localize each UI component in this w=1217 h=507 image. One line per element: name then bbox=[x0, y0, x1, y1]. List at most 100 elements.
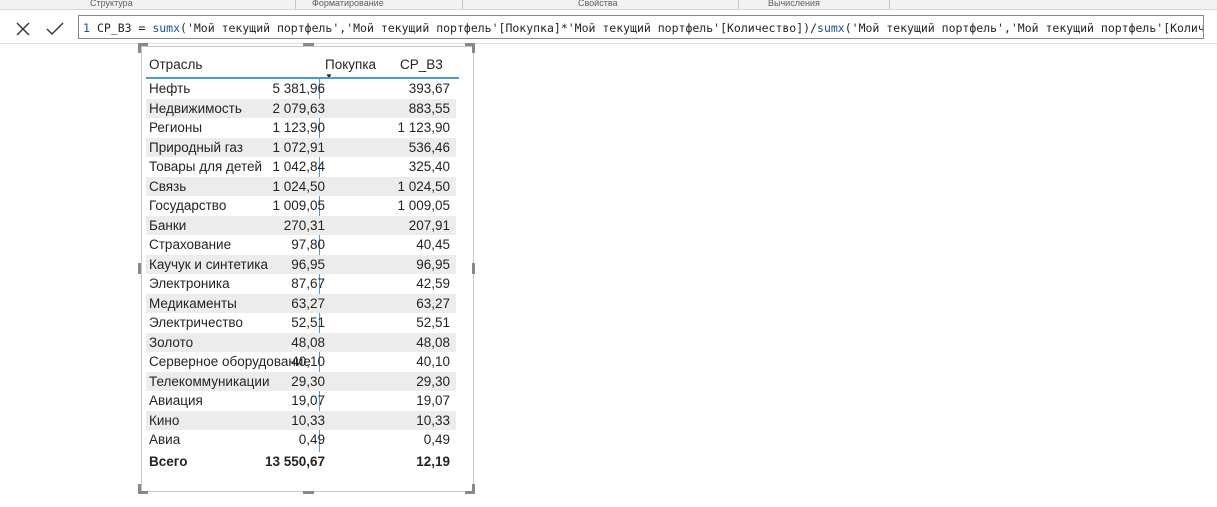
cell-sector: Всего bbox=[149, 453, 188, 469]
cell-cp-b3: 40,10 bbox=[416, 354, 450, 369]
formula-input[interactable]: 1 CP_B3 = sumx('Мой текущий портфель','Мо… bbox=[78, 15, 1204, 39]
ribbon-separator bbox=[889, 0, 890, 9]
cell-purchase: 19,07 bbox=[291, 393, 325, 408]
cell-cp-b3: 1 024,50 bbox=[397, 178, 450, 194]
cell-sector: Каучук и синтетика bbox=[149, 256, 268, 272]
cell-cp-b3: 325,40 bbox=[408, 159, 450, 174]
table-row[interactable]: Золото 48,08 48,08 bbox=[146, 332, 456, 352]
table-row[interactable]: Серверное оборудование 40,10 40,10 bbox=[146, 352, 456, 372]
cell-cp-b3: 0,49 bbox=[423, 432, 450, 447]
cell-cp-b3: 10,33 bbox=[416, 412, 450, 428]
cell-cp-b3: 29,30 bbox=[416, 373, 450, 389]
formula-line-number: 1 bbox=[83, 21, 90, 35]
ribbon-group-labels: Структура Форматирование Свойства Вычисл… bbox=[0, 0, 1217, 10]
cell-cp-b3: 1 123,90 bbox=[397, 120, 450, 135]
table-row[interactable]: Страхование 97,80 40,45 bbox=[146, 235, 456, 255]
table-row[interactable]: Товары для детей 1 042,84 325,40 bbox=[146, 157, 456, 177]
cell-purchase: 1 009,05 bbox=[272, 198, 325, 213]
cell-sector: Кино bbox=[149, 412, 180, 428]
ribbon-separator bbox=[738, 0, 739, 9]
resize-handle[interactable] bbox=[472, 484, 475, 494]
table-row[interactable]: Авиация 19,07 19,07 bbox=[146, 391, 456, 411]
cell-purchase: 13 550,67 bbox=[264, 453, 325, 469]
cancel-formula-button[interactable] bbox=[12, 18, 34, 40]
cell-sector: Недвижимость bbox=[149, 100, 242, 116]
cell-cp-b3: 393,67 bbox=[408, 81, 450, 96]
cell-sector: Регионы bbox=[149, 120, 203, 135]
table-row[interactable]: Авиа 0,49 0,49 bbox=[146, 430, 456, 450]
resize-handle[interactable] bbox=[138, 263, 141, 274]
formula-text-part: ('Мой текущий портфель','Мой текущий пор… bbox=[180, 21, 818, 35]
table-row[interactable]: Электричество 52,51 52,51 bbox=[146, 313, 456, 333]
ribbon-separator bbox=[295, 0, 296, 9]
cell-purchase: 52,51 bbox=[291, 315, 325, 330]
formula-text-part: ('Мой текущий портфель','Мой текущий пор… bbox=[844, 21, 1204, 35]
cell-purchase: 1 024,50 bbox=[272, 178, 325, 194]
cell-sector: Электроника bbox=[149, 276, 230, 291]
cell-purchase: 2 079,63 bbox=[272, 100, 325, 116]
table-row[interactable]: Кино 10,33 10,33 bbox=[146, 410, 456, 430]
cell-sector: Природный газ bbox=[149, 139, 243, 155]
cell-sector: Государство bbox=[149, 198, 227, 213]
table-row[interactable]: Банки 270,31 207,91 bbox=[146, 215, 456, 235]
cell-purchase: 87,67 bbox=[291, 276, 325, 291]
cell-purchase: 1 072,91 bbox=[272, 139, 325, 155]
cell-cp-b3: 19,07 bbox=[416, 393, 450, 408]
cell-cp-b3: 63,27 bbox=[416, 295, 450, 311]
cell-sector: Нефть bbox=[149, 81, 191, 96]
cell-cp-b3: 536,46 bbox=[408, 139, 450, 155]
cell-cp-b3: 96,95 bbox=[416, 256, 450, 272]
cell-purchase: 10,33 bbox=[291, 412, 325, 428]
column-header-sector[interactable]: Отрасль bbox=[149, 52, 202, 80]
cell-purchase: 29,30 bbox=[291, 373, 325, 389]
table-row[interactable]: Регионы 1 123,90 1 123,90 bbox=[146, 118, 456, 138]
cell-cp-b3: 48,08 bbox=[416, 334, 450, 350]
cell-purchase: 270,31 bbox=[283, 217, 325, 233]
table-row[interactable]: Медикаменты 63,27 63,27 bbox=[146, 293, 456, 313]
cell-sector: Связь bbox=[149, 178, 187, 194]
cell-sector: Золото bbox=[149, 334, 194, 350]
resize-handle[interactable] bbox=[138, 43, 141, 53]
table-row[interactable]: Электроника 87,67 42,59 bbox=[146, 274, 456, 294]
resize-handle[interactable] bbox=[138, 484, 141, 494]
checkmark-icon bbox=[46, 22, 64, 35]
cell-sector: Авиа bbox=[149, 432, 181, 447]
cell-sector: Серверное оборудование bbox=[149, 354, 311, 369]
cell-purchase: 40,10 bbox=[291, 354, 325, 369]
commit-formula-button[interactable] bbox=[44, 18, 66, 40]
table-row[interactable]: Телекоммуникации 29,30 29,30 bbox=[146, 371, 456, 391]
cell-sector: Страхование bbox=[149, 237, 232, 252]
table-row[interactable]: Государство 1 009,05 1 009,05 bbox=[146, 196, 456, 216]
table-row[interactable]: Природный газ 1 072,91 536,46 bbox=[146, 137, 456, 157]
cell-sector: Электричество bbox=[149, 315, 243, 330]
ribbon-group-structure: Структура bbox=[90, 0, 133, 8]
cell-purchase: 63,27 bbox=[291, 295, 325, 311]
table-row[interactable]: Недвижимость 2 079,63 883,55 bbox=[146, 98, 456, 118]
resize-handle[interactable] bbox=[303, 491, 314, 494]
cell-cp-b3: 883,55 bbox=[408, 100, 450, 116]
ribbon-group-formatting: Форматирование bbox=[312, 0, 384, 8]
cell-cp-b3: 40,45 bbox=[416, 237, 450, 252]
close-icon bbox=[16, 22, 30, 36]
ribbon-group-calculations: Вычисления bbox=[768, 0, 820, 8]
cell-sector: Товары для детей bbox=[149, 159, 263, 174]
cell-cp-b3: 42,59 bbox=[416, 276, 450, 291]
table-row[interactable]: Каучук и синтетика 96,95 96,95 bbox=[146, 254, 456, 274]
column-header-cp-b3[interactable]: CP_B3 bbox=[400, 52, 443, 80]
cell-cp-b3: 52,51 bbox=[416, 315, 450, 330]
formula-function: sumx bbox=[817, 21, 845, 35]
table-row[interactable]: Нефть 5 381,96 393,67 bbox=[146, 79, 456, 99]
cell-purchase: 97,80 bbox=[291, 237, 325, 252]
resize-handle[interactable] bbox=[472, 43, 475, 53]
formula-text-part: CP_B3 = bbox=[96, 21, 153, 35]
cell-purchase: 1 042,84 bbox=[272, 159, 325, 174]
total-row[interactable]: Всего 13 550,67 12,19 bbox=[146, 452, 456, 472]
cell-sector: Телекоммуникации bbox=[149, 373, 270, 389]
formula-bar-divider bbox=[0, 43, 1217, 44]
cell-sector: Авиация bbox=[149, 393, 203, 408]
cell-sector: Медикаменты bbox=[149, 295, 237, 311]
table-row[interactable]: Связь 1 024,50 1 024,50 bbox=[146, 176, 456, 196]
resize-handle[interactable] bbox=[303, 43, 314, 46]
formula-function: sumx bbox=[152, 21, 181, 35]
resize-handle[interactable] bbox=[472, 263, 475, 274]
